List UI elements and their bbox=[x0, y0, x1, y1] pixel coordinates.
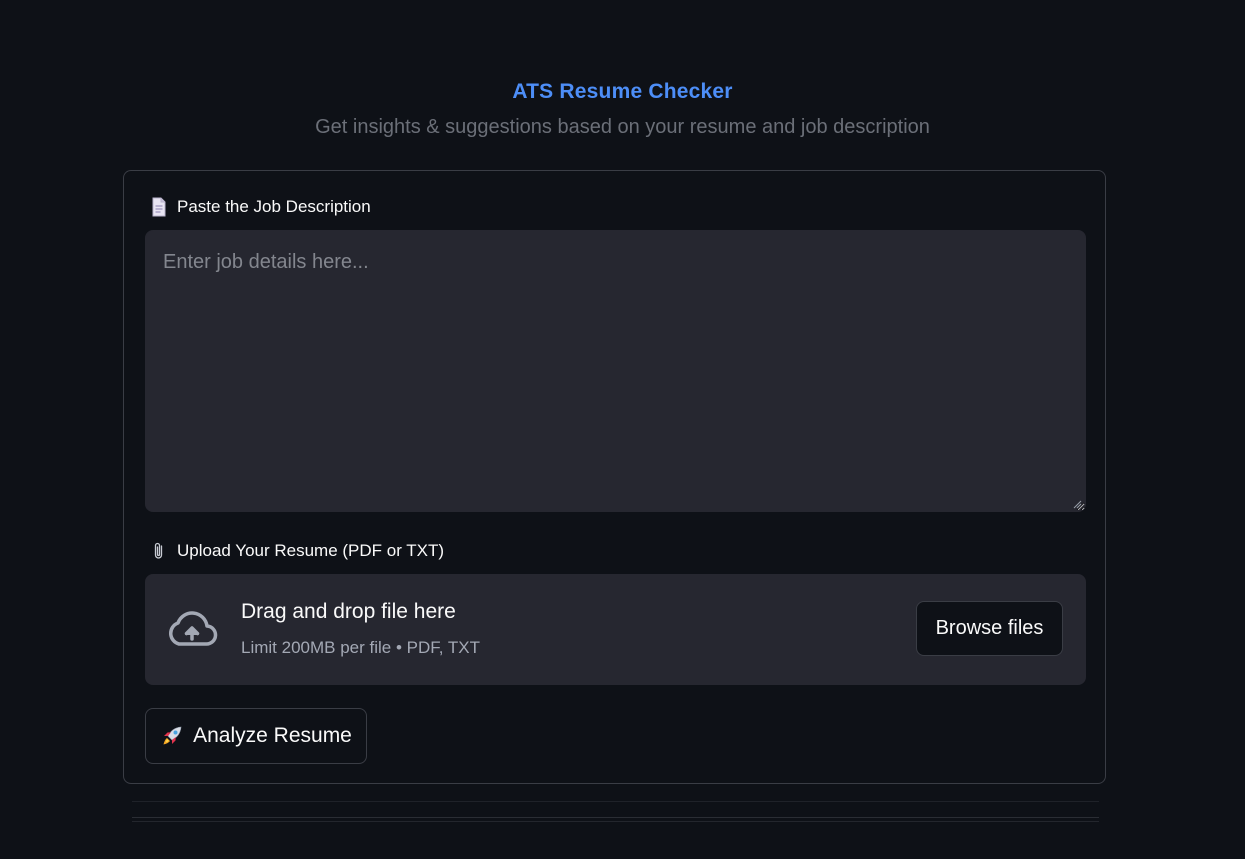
resume-upload-label: Upload Your Resume (PDF or TXT) bbox=[149, 541, 444, 561]
dropzone-hint: Limit 200MB per file • PDF, TXT bbox=[241, 638, 480, 657]
browse-files-button[interactable]: Browse files bbox=[916, 601, 1063, 656]
divider bbox=[132, 817, 1099, 818]
job-description-input[interactable] bbox=[145, 230, 1086, 512]
divider bbox=[132, 821, 1099, 822]
resume-form: Paste the Job Description Upload Your Re… bbox=[123, 170, 1106, 784]
rocket-icon bbox=[160, 724, 184, 748]
paperclip-icon bbox=[149, 541, 169, 561]
file-dropzone[interactable]: Drag and drop file here Limit 200MB per … bbox=[145, 574, 1086, 685]
page-title: ATS Resume Checker bbox=[512, 80, 733, 103]
document-icon bbox=[149, 197, 169, 217]
resume-upload-label-text: Upload Your Resume (PDF or TXT) bbox=[177, 541, 445, 560]
divider bbox=[132, 801, 1099, 802]
analyze-resume-label: Analyze Resume bbox=[193, 724, 352, 747]
app-page: ATS Resume Checker Get insights & sugges… bbox=[0, 0, 1245, 859]
job-description-label-text: Paste the Job Description bbox=[177, 197, 371, 216]
job-description-label: Paste the Job Description bbox=[149, 197, 371, 217]
resize-handle-icon[interactable] bbox=[1072, 499, 1082, 509]
analyze-resume-button[interactable]: Analyze Resume bbox=[145, 708, 367, 764]
cloud-upload-icon bbox=[169, 611, 218, 646]
dropzone-title: Drag and drop file here bbox=[241, 600, 456, 623]
page-subtitle: Get insights & suggestions based on your… bbox=[315, 116, 930, 138]
